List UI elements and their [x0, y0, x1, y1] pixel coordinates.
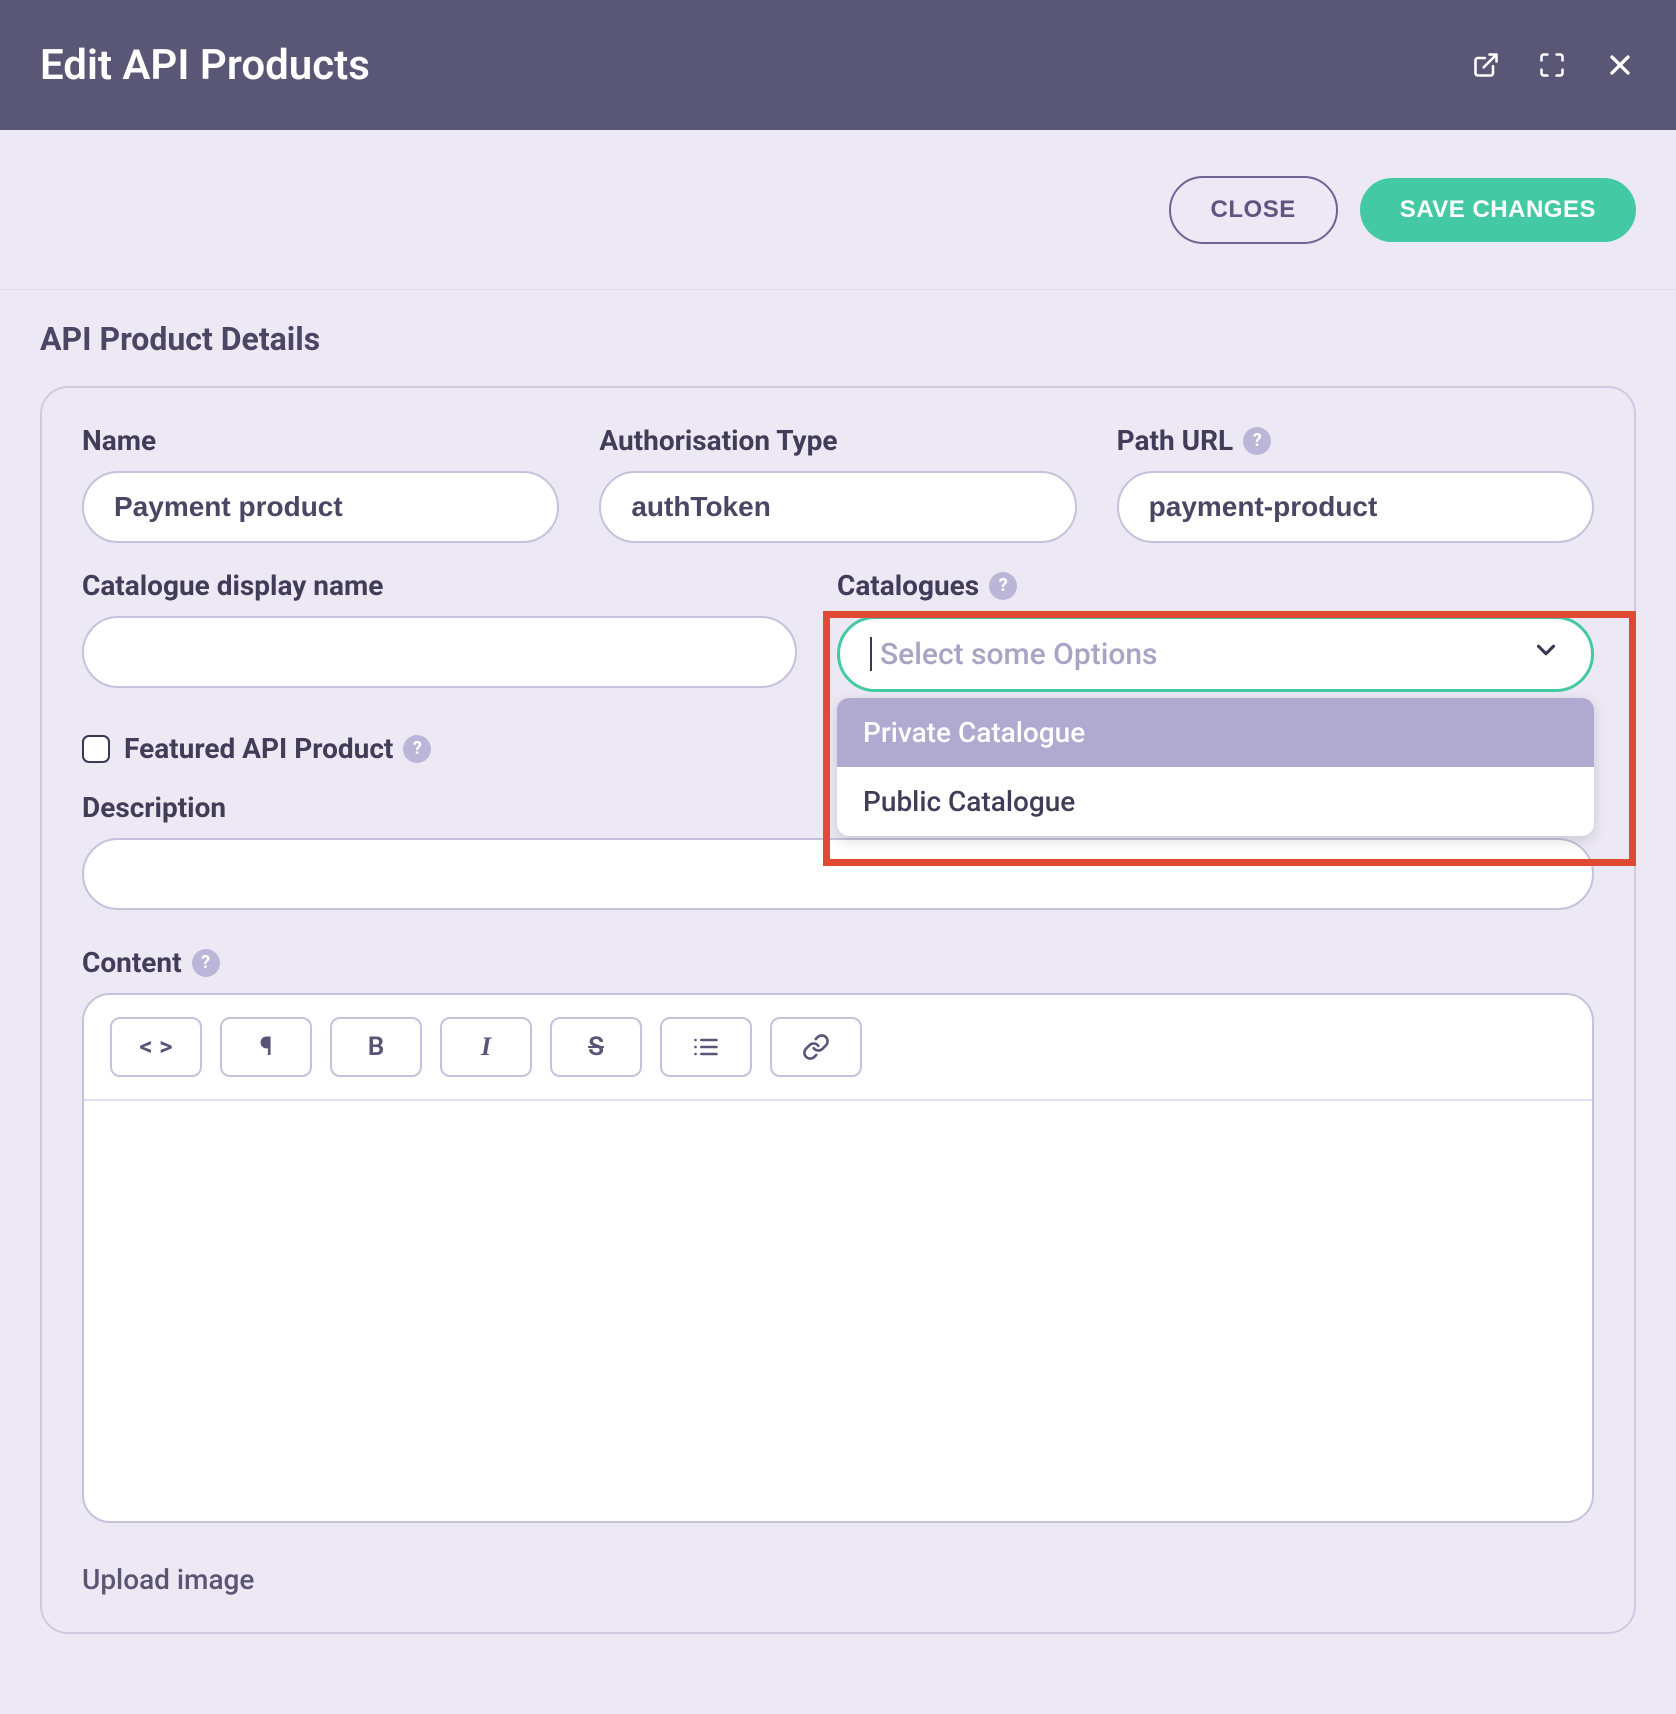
editor-italic-button[interactable]: I — [440, 1017, 532, 1077]
path-url-help-icon[interactable]: ? — [1243, 427, 1271, 455]
header-icon-group — [1472, 49, 1636, 81]
name-input[interactable] — [82, 471, 559, 543]
text-cursor — [870, 637, 872, 671]
dropdown-option-private[interactable]: Private Catalogue — [837, 698, 1594, 767]
auth-type-input[interactable] — [599, 471, 1076, 543]
featured-checkbox[interactable] — [82, 735, 110, 763]
catalogues-placeholder-container: Select some Options — [870, 637, 1158, 672]
catalogues-select[interactable]: Select some Options — [837, 616, 1594, 692]
content-area: API Product Details Name Authorisation T… — [0, 290, 1676, 1634]
path-url-label-text: Path URL — [1117, 424, 1234, 457]
close-button[interactable]: CLOSE — [1169, 176, 1338, 244]
save-changes-button[interactable]: SAVE CHANGES — [1360, 178, 1636, 242]
details-panel: Name Authorisation Type Path URL ? Catal… — [40, 386, 1636, 1634]
content-help-icon[interactable]: ? — [192, 949, 220, 977]
action-toolbar: CLOSE SAVE CHANGES — [0, 130, 1676, 290]
catalogues-placeholder: Select some Options — [880, 637, 1158, 672]
section-title: API Product Details — [40, 320, 1636, 358]
editor-bold-button[interactable]: B — [330, 1017, 422, 1077]
editor-italic-text: I — [481, 1032, 491, 1062]
featured-label: Featured API Product ? — [124, 732, 431, 765]
external-link-icon[interactable] — [1472, 51, 1500, 79]
editor-body[interactable] — [84, 1101, 1592, 1521]
path-url-label: Path URL ? — [1117, 424, 1594, 457]
catalogues-select-wrapper: Select some Options Private Catalogue Pu… — [837, 616, 1594, 692]
content-editor: < > ¶ B I S — [82, 993, 1594, 1523]
featured-label-text: Featured API Product — [124, 732, 393, 765]
catalogues-label: Catalogues ? — [837, 569, 1594, 602]
modal-header: Edit API Products — [0, 0, 1676, 130]
catalogue-display-input[interactable] — [82, 616, 797, 688]
catalogues-help-icon[interactable]: ? — [989, 572, 1017, 600]
catalogues-dropdown: Private Catalogue Public Catalogue — [837, 698, 1594, 836]
auth-type-label: Authorisation Type — [599, 424, 1076, 457]
chevron-down-icon — [1531, 635, 1561, 673]
featured-help-icon[interactable]: ? — [403, 735, 431, 763]
path-url-input[interactable] — [1117, 471, 1594, 543]
editor-link-button[interactable] — [770, 1017, 862, 1077]
catalogues-label-text: Catalogues — [837, 569, 979, 602]
editor-code-button[interactable]: < > — [110, 1017, 202, 1077]
dropdown-option-public[interactable]: Public Catalogue — [837, 767, 1594, 836]
content-label-text: Content — [82, 946, 182, 979]
catalogue-display-label: Catalogue display name — [82, 569, 797, 602]
fullscreen-icon[interactable] — [1538, 51, 1566, 79]
editor-paragraph-button[interactable]: ¶ — [220, 1017, 312, 1077]
editor-toolbar: < > ¶ B I S — [84, 995, 1592, 1101]
modal-title: Edit API Products — [40, 41, 370, 90]
close-icon[interactable] — [1604, 49, 1636, 81]
editor-list-button[interactable] — [660, 1017, 752, 1077]
editor-strike-text: S — [588, 1032, 604, 1062]
content-label: Content ? — [82, 946, 1594, 979]
description-input[interactable] — [82, 838, 1594, 910]
upload-image-label: Upload image — [82, 1563, 1594, 1596]
name-label: Name — [82, 424, 559, 457]
editor-strike-button[interactable]: S — [550, 1017, 642, 1077]
